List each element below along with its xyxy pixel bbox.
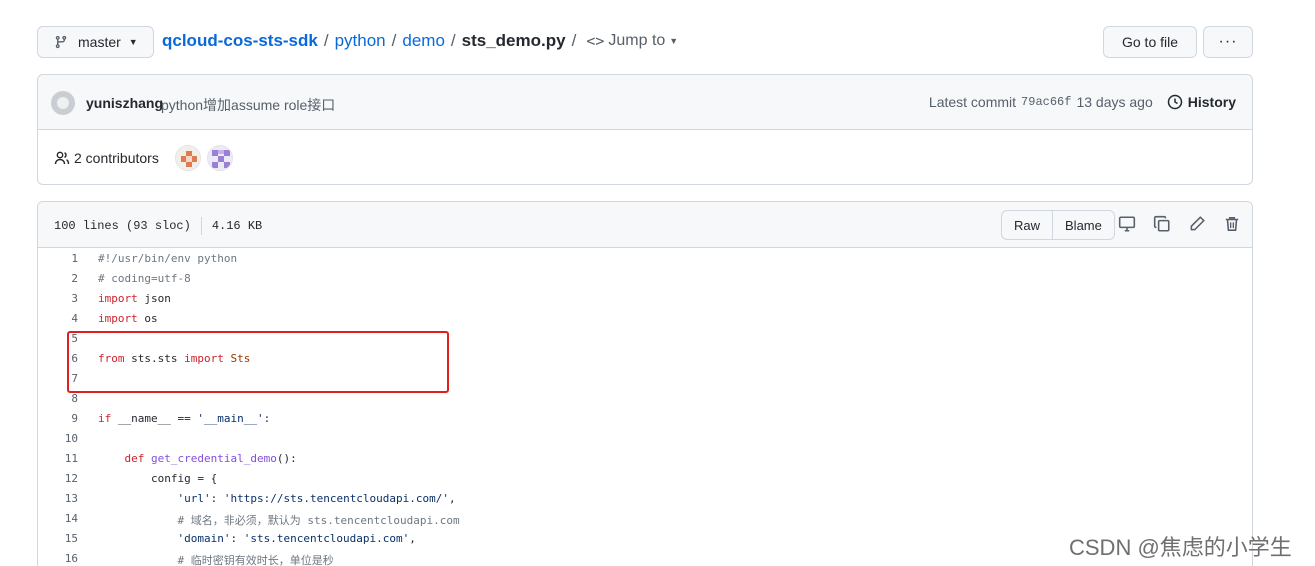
file-lines-info: 100 lines (93 sloc) xyxy=(54,219,191,233)
code-line: 2 # coding=utf-8 xyxy=(38,269,1252,289)
line-code: def get_credential_demo(): xyxy=(124,452,297,465)
commit-age: 13 days ago xyxy=(1076,94,1153,110)
avatar[interactable] xyxy=(51,91,75,115)
line-number[interactable]: 9 xyxy=(38,412,78,425)
code-line: 14 # 域名，非必须，默认为 sts.tencentcloudapi.com xyxy=(38,509,1252,529)
line-code: if __name__ == '__main__': xyxy=(98,412,271,425)
code-line: 3 import json xyxy=(38,289,1252,309)
line-number[interactable]: 15 xyxy=(38,532,78,545)
history-link[interactable]: History xyxy=(1167,94,1236,110)
code-line: 4 import os xyxy=(38,309,1252,329)
file-info: 100 lines (93 sloc) 4.16 KB xyxy=(54,217,262,235)
line-number[interactable]: 4 xyxy=(38,312,78,325)
code-line: 11 def get_credential_demo(): xyxy=(38,449,1252,469)
jump-to-label: Jump to xyxy=(608,32,666,49)
line-number[interactable]: 11 xyxy=(38,452,78,465)
contributor-avatar[interactable] xyxy=(175,145,201,171)
file-viewer: 100 lines (93 sloc) 4.16 KB Raw Blame 1 #… xyxy=(37,201,1253,566)
breadcrumb-python-link[interactable]: python xyxy=(335,31,386,51)
line-number[interactable]: 6 xyxy=(38,352,78,365)
line-number[interactable]: 16 xyxy=(38,552,78,565)
line-code: config = { xyxy=(98,472,218,485)
code-line: 1 #!/usr/bin/env python xyxy=(38,249,1252,269)
raw-button[interactable]: Raw xyxy=(1002,211,1052,239)
line-number[interactable]: 5 xyxy=(38,332,78,345)
copy-icon[interactable] xyxy=(1153,215,1171,233)
breadcrumb-repo-link[interactable]: qcloud-cos-sts-sdk xyxy=(162,31,318,51)
contributors-link[interactable]: 2 contributors xyxy=(54,150,159,166)
code-line: 12 config = { xyxy=(38,469,1252,489)
clock-icon xyxy=(1167,94,1183,110)
breadcrumb: qcloud-cos-sts-sdk / python / demo / sts… xyxy=(162,31,678,51)
breadcrumb-demo-link[interactable]: demo xyxy=(402,31,445,51)
code-line: 10 xyxy=(38,429,1252,449)
line-code: # coding=utf-8 xyxy=(98,272,191,285)
line-number[interactable]: 10 xyxy=(38,432,78,445)
line-code: 'url': 'https://sts.tencentcloudapi.com/… xyxy=(177,492,456,505)
line-number[interactable]: 12 xyxy=(38,472,78,485)
line-number[interactable]: 3 xyxy=(38,292,78,305)
commit-sha[interactable]: 79ac66f xyxy=(1021,95,1071,109)
chevron-down-icon: ▼ xyxy=(669,36,679,46)
breadcrumb-separator: / xyxy=(391,31,397,50)
commit-message[interactable]: python增加assume role接口 xyxy=(161,95,335,115)
jump-to-button[interactable]: <> Jump to ▼ xyxy=(586,32,678,50)
branch-icon xyxy=(55,35,67,49)
chevron-down-icon: ▼ xyxy=(128,37,138,47)
history-label: History xyxy=(1187,94,1236,110)
file-header: 100 lines (93 sloc) 4.16 KB Raw Blame xyxy=(38,202,1252,248)
trash-icon[interactable] xyxy=(1223,215,1241,233)
line-code: import json xyxy=(98,292,171,305)
breadcrumb-file-name: sts_demo.py xyxy=(461,31,566,50)
breadcrumb-separator: / xyxy=(450,31,456,50)
line-number[interactable]: 2 xyxy=(38,272,78,285)
file-actions-group: Raw Blame xyxy=(1001,210,1115,240)
more-options-button[interactable]: ··· xyxy=(1203,26,1253,58)
pencil-icon[interactable] xyxy=(1188,215,1206,233)
commit-author[interactable]: yuniszhang xyxy=(86,95,163,111)
line-number[interactable]: 1 xyxy=(38,252,78,265)
code-table: 1 #!/usr/bin/env python 2 # coding=utf-8 3 im… xyxy=(38,249,1252,566)
breadcrumb-separator: / xyxy=(571,31,577,50)
code-icon: <> xyxy=(586,32,605,50)
go-to-file-button[interactable]: Go to file xyxy=(1103,26,1197,58)
code-line: 6 from sts.sts import Sts xyxy=(38,349,1252,369)
branch-select-button[interactable]: master ▼ xyxy=(37,26,154,58)
breadcrumb-separator: / xyxy=(323,31,329,50)
contributors-label: 2 contributors xyxy=(74,150,159,166)
commit-info-box: yuniszhang python增加assume role接口 Latest … xyxy=(37,74,1253,185)
line-code: from sts.sts import Sts xyxy=(98,352,251,365)
contributor-avatar[interactable] xyxy=(207,145,233,171)
branch-name: master xyxy=(78,34,121,50)
file-size: 4.16 KB xyxy=(211,219,263,233)
code-line: 5 xyxy=(38,329,1252,349)
latest-commit-row: yuniszhang python增加assume role接口 Latest … xyxy=(38,75,1252,130)
code-line: 9 if __name__ == '__main__': xyxy=(38,409,1252,429)
line-code: # 临时密钥有效时长，单位是秒 xyxy=(98,554,334,566)
line-code: 'domain': 'sts.tencentcloudapi.com', xyxy=(177,532,416,545)
watermark: CSDN @焦虑的小学生 xyxy=(1069,535,1292,560)
line-code: import os xyxy=(98,312,158,325)
divider xyxy=(200,217,202,235)
contributors-row: 2 contributors xyxy=(38,131,1252,185)
line-number[interactable]: 7 xyxy=(38,372,78,385)
blame-button[interactable]: Blame xyxy=(1052,211,1114,239)
people-icon xyxy=(54,151,70,165)
line-code: # 域名，非必须，默认为 sts.tencentcloudapi.com xyxy=(98,514,460,527)
code-line: 8 xyxy=(38,389,1252,409)
line-number[interactable]: 14 xyxy=(38,512,78,525)
latest-commit-label: Latest commit xyxy=(928,94,1017,110)
file-navigation: master ▼ qcloud-cos-sts-sdk / python / d… xyxy=(37,26,1253,59)
code-line: 7 xyxy=(38,369,1252,389)
line-number[interactable]: 13 xyxy=(38,492,78,505)
line-number[interactable]: 8 xyxy=(38,392,78,405)
line-code: #!/usr/bin/env python xyxy=(98,252,238,265)
code-line: 13 'url': 'https://sts.tencentcloudapi.c… xyxy=(38,489,1252,509)
commit-meta: Latest commit 79ac66f 13 days ago Histor… xyxy=(929,94,1236,110)
desktop-icon[interactable] xyxy=(1118,215,1136,233)
